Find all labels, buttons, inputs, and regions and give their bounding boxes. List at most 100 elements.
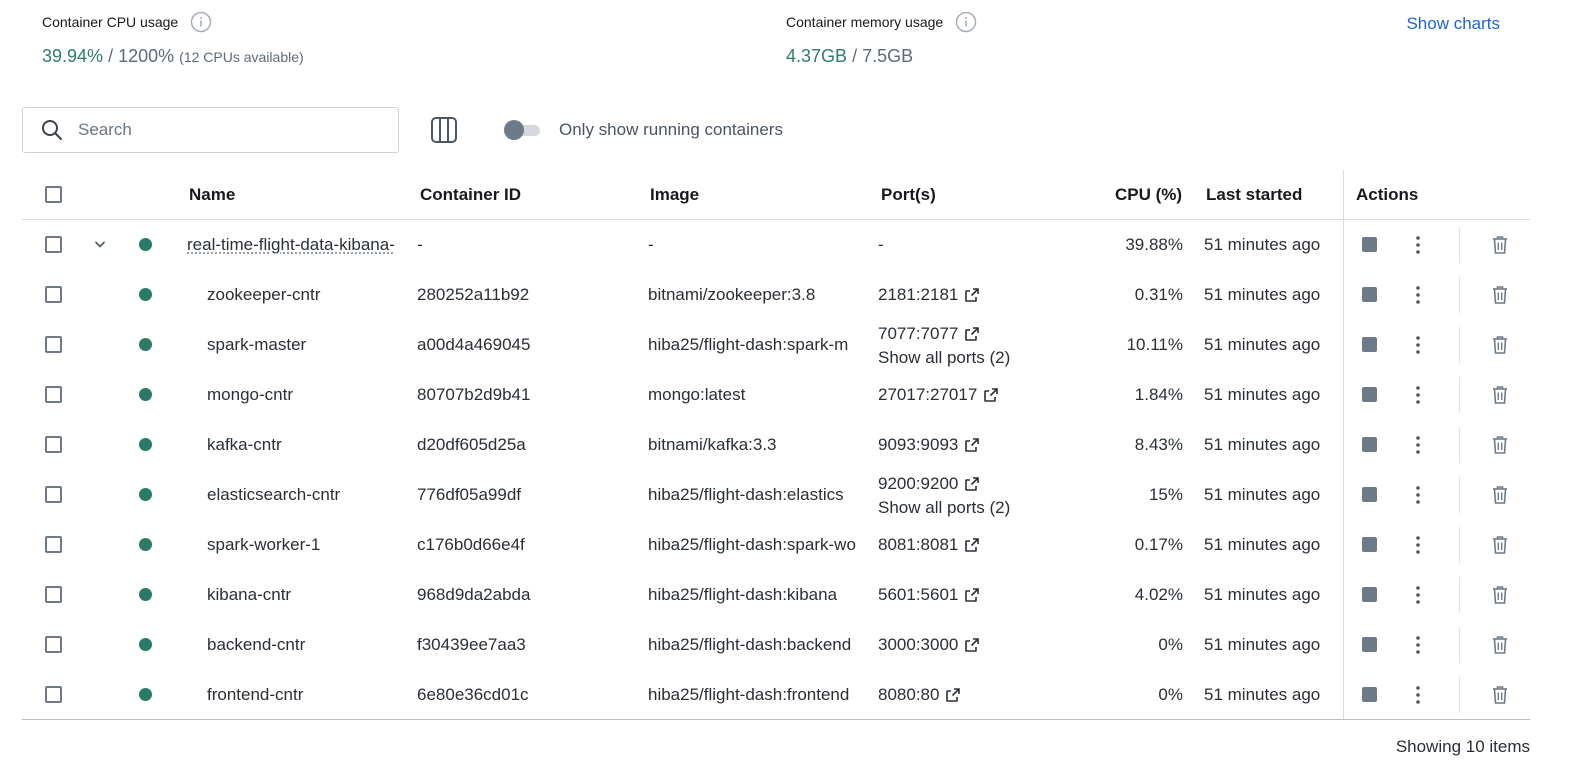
trash-icon[interactable] (1490, 384, 1510, 406)
header-image[interactable]: Image (650, 185, 699, 205)
container-name[interactable]: spark-worker-1 (207, 535, 427, 555)
last-started: 51 minutes ago (1204, 285, 1321, 304)
ports-cell: 7077:7077 Show all ports (2) (878, 322, 1010, 370)
search-box[interactable] (22, 107, 399, 153)
trash-icon[interactable] (1490, 584, 1510, 606)
port-link[interactable]: 3000:3000 (878, 635, 980, 655)
port-link[interactable]: 2181:2181 (878, 285, 980, 305)
chevron-down-icon[interactable] (91, 235, 109, 253)
row-checkbox[interactable] (45, 636, 62, 653)
container-name[interactable]: spark-master (207, 335, 427, 355)
stop-icon[interactable] (1362, 637, 1377, 652)
container-name[interactable]: mongo-cntr (207, 385, 427, 405)
row-checkbox[interactable] (45, 536, 62, 553)
running-status-dot (139, 538, 152, 551)
container-name[interactable]: real-time-flight-data-kibana- (187, 235, 407, 255)
stop-icon[interactable] (1362, 337, 1377, 352)
row-checkbox[interactable] (45, 336, 62, 353)
table-row[interactable]: spark-master a00d4a469045 hiba25/flight-da… (22, 320, 1530, 370)
show-all-ports-link[interactable]: Show all ports (2) (878, 498, 1010, 517)
toolbar: Only show running containers (22, 107, 922, 153)
kebab-icon[interactable] (1408, 234, 1428, 256)
row-checkbox[interactable] (45, 586, 62, 603)
header-container-id[interactable]: Container ID (420, 185, 521, 205)
row-checkbox[interactable] (45, 386, 62, 403)
stop-icon[interactable] (1362, 487, 1377, 502)
trash-icon[interactable] (1490, 534, 1510, 556)
stop-icon[interactable] (1362, 237, 1377, 252)
stop-icon[interactable] (1362, 537, 1377, 552)
kebab-icon[interactable] (1408, 584, 1428, 606)
stop-icon[interactable] (1362, 387, 1377, 402)
kebab-icon[interactable] (1408, 634, 1428, 656)
stop-icon[interactable] (1362, 587, 1377, 602)
cpu-percent: 0% (1158, 685, 1183, 704)
trash-icon[interactable] (1490, 234, 1510, 256)
info-icon[interactable] (955, 11, 977, 33)
select-all-checkbox[interactable] (45, 186, 62, 203)
cpu-used: 39.94% (42, 46, 104, 66)
ports-cell: 2181:2181 (878, 285, 980, 305)
kebab-icon[interactable] (1408, 684, 1428, 706)
container-name[interactable]: kibana-cntr (207, 585, 427, 605)
container-name[interactable]: elasticsearch-cntr (207, 485, 427, 505)
table-row[interactable]: kibana-cntr 968d9da2abda hiba25/flight-das… (22, 570, 1530, 620)
stop-icon[interactable] (1362, 687, 1377, 702)
kebab-icon[interactable] (1408, 384, 1428, 406)
show-charts-link[interactable]: Show charts (1406, 14, 1500, 34)
table-row[interactable]: elasticsearch-cntr 776df05a99df hiba25/fli… (22, 470, 1530, 520)
trash-icon[interactable] (1490, 434, 1510, 456)
row-checkbox[interactable] (45, 286, 62, 303)
port-link[interactable]: 27017:27017 (878, 385, 999, 405)
row-checkbox[interactable] (45, 486, 62, 503)
table-row[interactable]: backend-cntr f30439ee7aa3 hiba25/flight-da… (22, 620, 1530, 670)
container-name[interactable]: backend-cntr (207, 635, 427, 655)
last-started: 51 minutes ago (1204, 485, 1321, 504)
row-checkbox[interactable] (45, 686, 62, 703)
kebab-icon[interactable] (1408, 534, 1428, 556)
port-value: 5601:5601 (878, 585, 959, 604)
show-all-ports-link[interactable]: Show all ports (2) (878, 348, 1010, 367)
header-name[interactable]: Name (189, 185, 235, 205)
header-ports[interactable]: Port(s) (881, 185, 936, 205)
container-name[interactable]: kafka-cntr (207, 435, 427, 455)
table-row[interactable]: zookeeper-cntr 280252a11b92 bitnami/zookee… (22, 270, 1530, 320)
port-link[interactable]: 9200:9200 (878, 472, 980, 496)
container-name[interactable]: zookeeper-cntr (207, 285, 427, 305)
trash-icon[interactable] (1490, 684, 1510, 706)
table-row[interactable]: spark-worker-1 c176b0d66e4f hiba25/flight-… (22, 520, 1530, 570)
ports-cell: 27017:27017 (878, 385, 999, 405)
kebab-icon[interactable] (1408, 484, 1428, 506)
trash-icon[interactable] (1490, 634, 1510, 656)
trash-icon[interactable] (1490, 284, 1510, 306)
stop-icon[interactable] (1362, 437, 1377, 452)
running-only-toggle[interactable] (504, 120, 540, 140)
group-row[interactable]: real-time-flight-data-kibana- - - -39.88% 51… (22, 220, 1530, 270)
header-last-started[interactable]: Last started (1206, 185, 1302, 205)
info-icon[interactable] (190, 11, 212, 33)
table-row[interactable]: kafka-cntr d20df605d25a bitnami/kafka:3.3 9… (22, 420, 1530, 470)
table-row[interactable]: frontend-cntr 6e80e36cd01c hiba25/flight-d… (22, 670, 1530, 720)
port-link[interactable]: 7077:7077 (878, 322, 980, 346)
container-image: hiba25/flight-dash:spark-m (648, 335, 849, 354)
search-input[interactable] (78, 120, 378, 140)
port-link[interactable]: 8080:80 (878, 685, 961, 705)
trash-icon[interactable] (1490, 484, 1510, 506)
port-link[interactable]: 5601:5601 (878, 585, 980, 605)
row-checkbox[interactable] (45, 436, 62, 453)
port-link[interactable]: 8081:8081 (878, 535, 980, 555)
port-link[interactable]: 9093:9093 (878, 435, 980, 455)
running-status-dot (139, 288, 152, 301)
kebab-icon[interactable] (1408, 284, 1428, 306)
container-id: 776df05a99df (417, 485, 521, 504)
kebab-icon[interactable] (1408, 434, 1428, 456)
columns-icon[interactable] (430, 116, 458, 144)
table-row[interactable]: mongo-cntr 80707b2d9b41 mongo:latest 27017:… (22, 370, 1530, 420)
row-checkbox[interactable] (45, 236, 62, 253)
container-name[interactable]: frontend-cntr (207, 685, 427, 705)
trash-icon[interactable] (1490, 334, 1510, 356)
kebab-icon[interactable] (1408, 334, 1428, 356)
memory-usage-value: 4.37GB / 7.5GB (786, 46, 914, 66)
stop-icon[interactable] (1362, 287, 1377, 302)
header-cpu[interactable]: CPU (%) (1115, 185, 1182, 205)
